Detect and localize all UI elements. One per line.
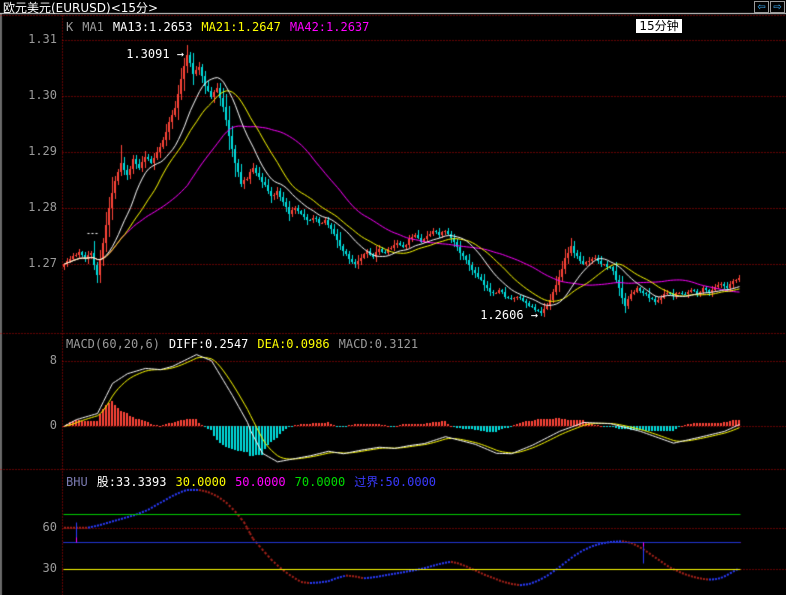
window-title: 欧元美元(EURUSD)<15分> [3,0,158,16]
chart-canvas[interactable] [0,0,786,595]
bhu-axis-tick: 60 [0,520,57,534]
title-bar: 欧元美元(EURUSD)<15分> [0,0,786,13]
ma21-value: MA21:1.2647 [201,20,280,34]
bhu-level70: 70.0000 [295,475,346,489]
scroll-right-button[interactable]: ⇨ [770,1,785,13]
bhu-axis-tick: 30 [0,561,57,575]
bhu-name: BHU [66,475,88,489]
price-axis-tick: 1.27 [0,256,57,270]
macd-axis-tick: 8 [0,353,57,367]
dea-value: DEA:0.0986 [257,337,329,351]
main-indicator-header: K MA1 MA13:1.2653 MA21:1.2647 MA42:1.2637 [66,20,378,34]
bhu-cross-label: 过界:50.0000 [354,475,436,489]
period-badge[interactable]: 15分钟 [636,19,682,33]
diff-value: DIFF:0.2547 [169,337,248,351]
price-axis-tick: 1.28 [0,200,57,214]
trading-app-window: 欧元美元(EURUSD)<15分> ⇦ ⇨ 15分钟 K MA1 MA13:1.26… [0,0,786,595]
price-axis-tick: 1.31 [0,32,57,46]
annotation-low: 1.2606 → [476,308,538,322]
bhu-header: BHU 股:33.3393 30.0000 50.0000 70.0000 过界:50.0… [66,473,445,490]
macd-axis-tick: 0 [0,418,57,432]
ma13-value: MA13:1.2653 [113,20,192,34]
macd-name: MACD(60,20,6) [66,337,160,351]
price-axis-tick: 1.30 [0,88,57,102]
annotation-high: 1.3091 → [122,47,184,61]
arrow-left-icon: ⇦ [757,2,765,13]
bhu-level30: 30.0000 [176,475,227,489]
macd-value: MACD:0.3121 [339,337,418,351]
price-axis-tick: 1.29 [0,144,57,158]
ma42-value: MA42:1.2637 [290,20,369,34]
bhu-stock-value: 股:33.3393 [97,475,167,489]
k-line-label: K [66,20,73,34]
scroll-left-button[interactable]: ⇦ [754,1,769,13]
bhu-level50: 50.0000 [235,475,286,489]
macd-header: MACD(60,20,6) DIFF:0.2547 DEA:0.0986 MACD:0… [66,337,427,351]
ma-group-label: MA1 [82,20,104,34]
arrow-right-icon: ⇨ [773,2,781,13]
